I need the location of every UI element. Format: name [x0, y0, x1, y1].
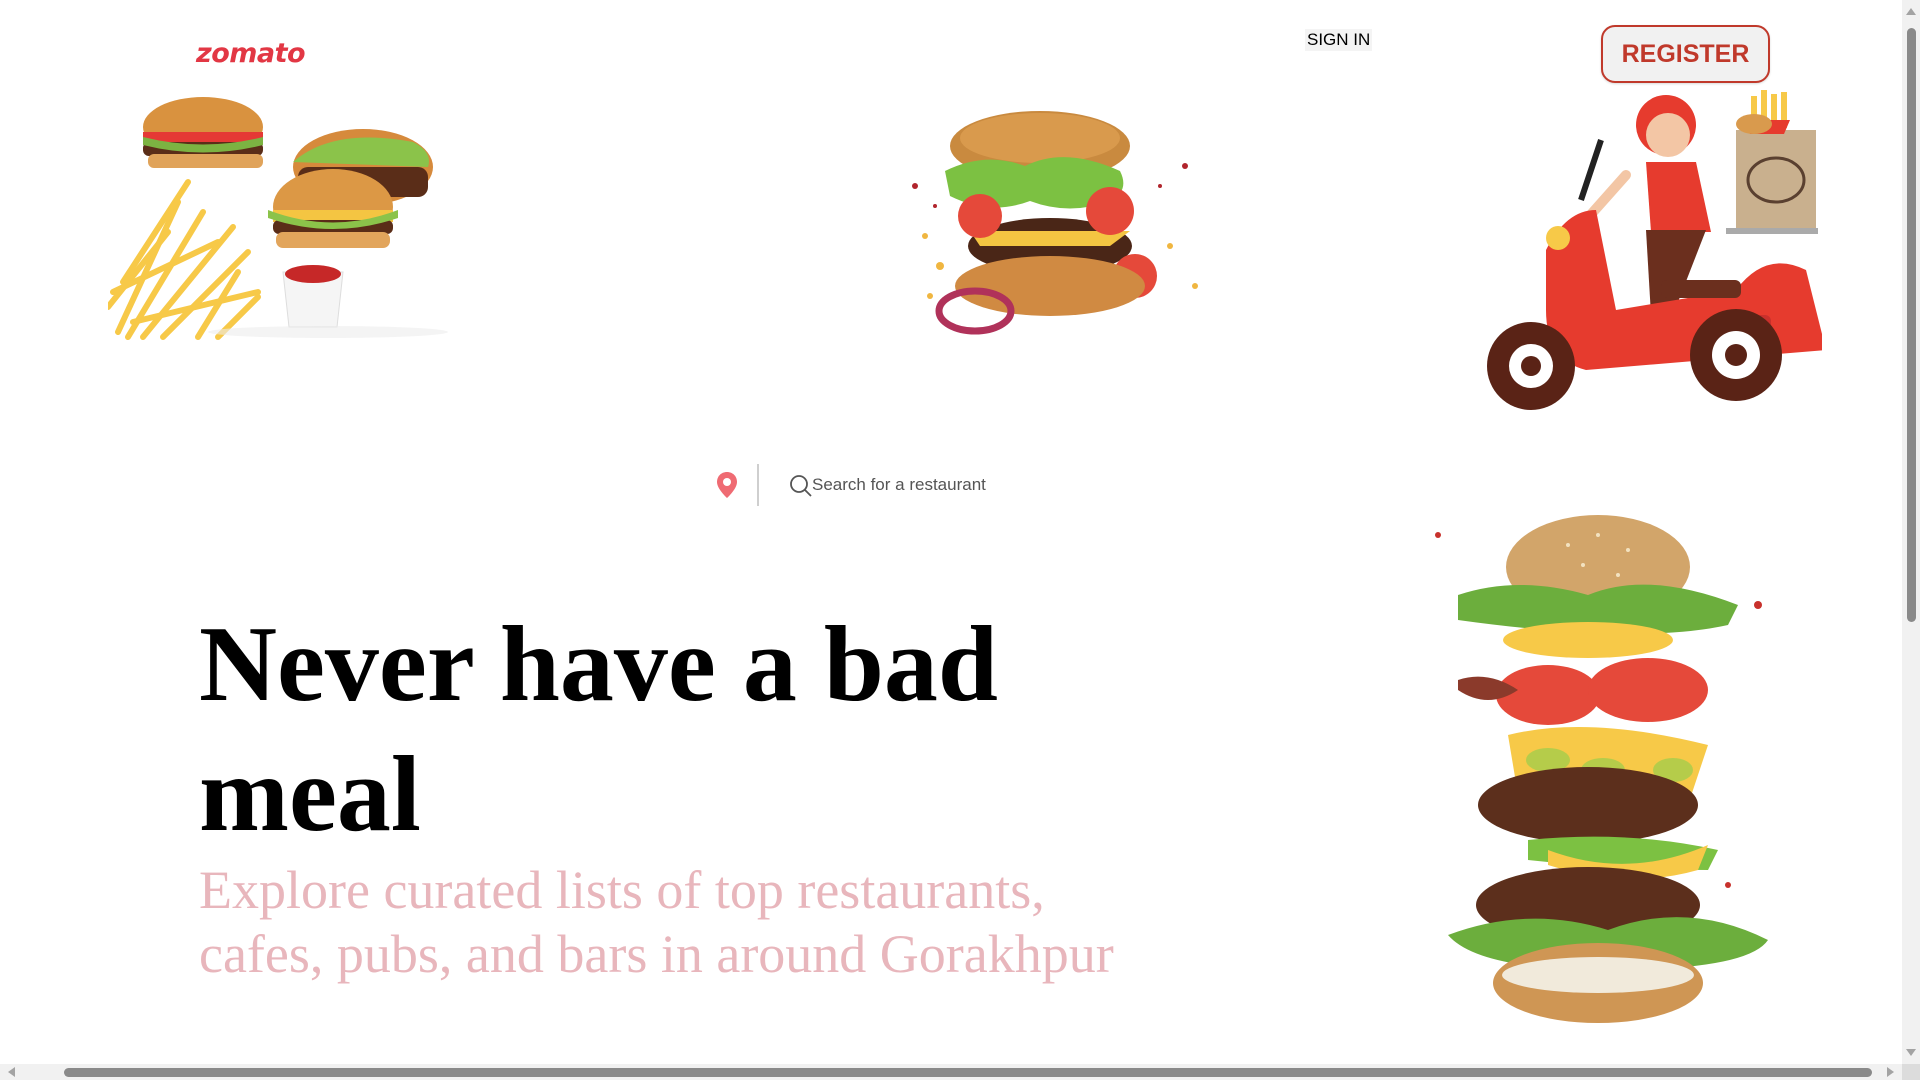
burger-fries-combo-image [108, 92, 516, 342]
vertical-scrollbar[interactable] [1902, 0, 1920, 1064]
search-divider [757, 464, 759, 506]
scroll-left-arrow-icon[interactable] [8, 1067, 15, 1077]
delivery-scooter-image [1486, 90, 1822, 410]
sign-in-link[interactable]: SIGN IN [1305, 29, 1373, 51]
scrollbar-corner [1902, 1064, 1920, 1080]
location-pin-icon[interactable] [716, 471, 738, 499]
scroll-right-arrow-icon[interactable] [1887, 1067, 1894, 1077]
vertical-scroll-thumb[interactable] [1907, 28, 1916, 622]
restaurant-search-input[interactable] [812, 470, 1012, 500]
scroll-up-arrow-icon[interactable] [1906, 8, 1916, 15]
horizontal-scrollbar[interactable] [0, 1064, 1902, 1080]
search-icon [790, 474, 812, 497]
search-bar [708, 462, 1038, 508]
page: zomato SIGN IN REGISTER Search for a res… [0, 0, 1902, 1064]
scroll-down-arrow-icon[interactable] [1906, 1049, 1916, 1056]
page-title: Never have a bad meal [199, 605, 998, 854]
horizontal-scroll-thumb[interactable] [64, 1068, 1872, 1077]
burger-image [900, 106, 1206, 340]
burger-stack-image [1428, 505, 1776, 1053]
register-button[interactable]: REGISTER [1601, 25, 1770, 83]
tagline: Explore curated lists of top restaurants… [199, 860, 1114, 984]
zomato-logo[interactable]: zomato [196, 38, 306, 69]
